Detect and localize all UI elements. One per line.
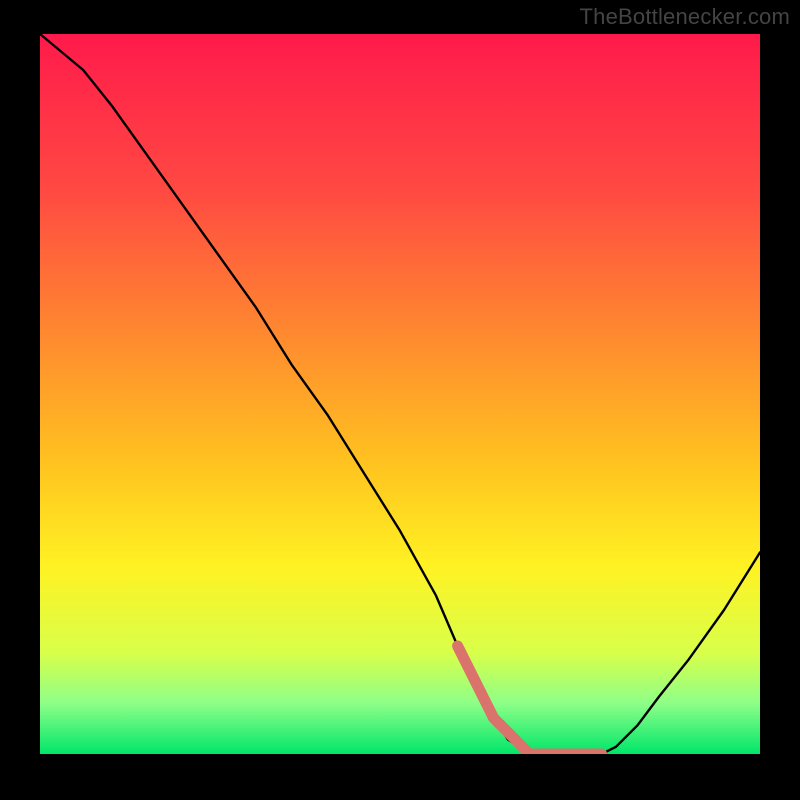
gradient-background	[40, 34, 760, 754]
chart-plot-area	[40, 34, 760, 754]
attribution-label: TheBottlenecker.com	[580, 4, 790, 30]
chart-svg	[40, 34, 760, 754]
chart-frame: TheBottlenecker.com	[0, 0, 800, 800]
